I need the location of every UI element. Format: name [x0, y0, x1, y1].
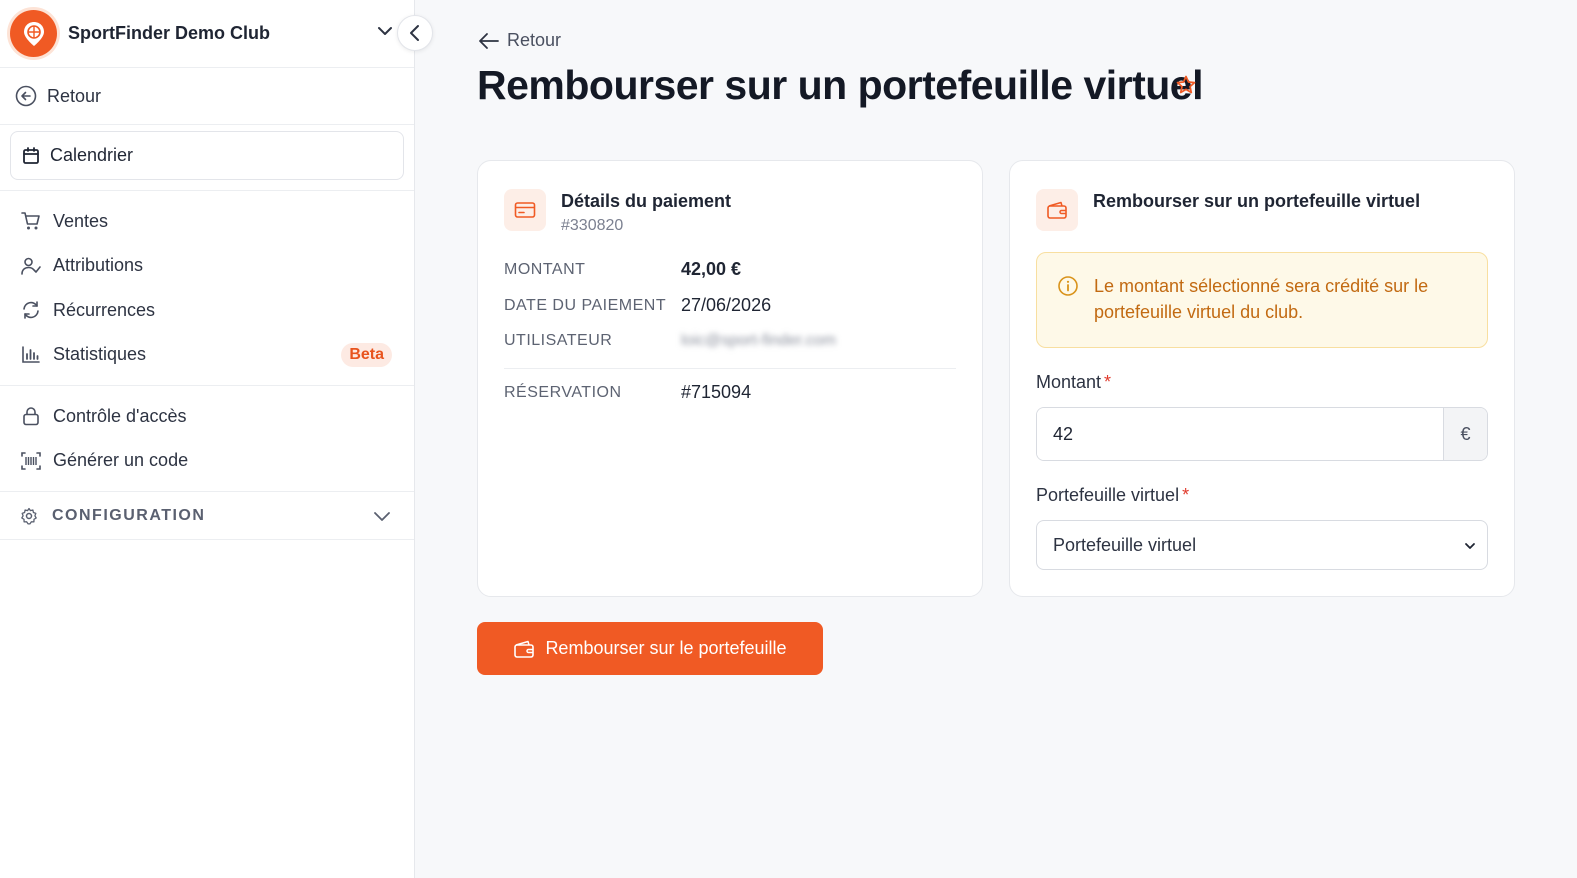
sidebar-item-label: Calendrier: [50, 145, 134, 165]
sidebar-item-statistiques[interactable]: Statistiques Beta: [0, 333, 414, 378]
beta-badge: Beta: [341, 342, 392, 367]
amount-input[interactable]: [1037, 408, 1443, 460]
arrow-left-circle-icon: [15, 85, 37, 107]
collapse-sidebar-button[interactable]: [397, 15, 433, 51]
main-content: Retour Rembourser sur un portefeuille vi…: [415, 0, 1577, 878]
wallet-select-value: Portefeuille virtuel: [1053, 534, 1197, 555]
cart-icon: [21, 212, 40, 230]
star-icon[interactable]: [1175, 74, 1197, 96]
info-icon: [1058, 276, 1078, 296]
sidebar-item-generer-code[interactable]: Générer un code: [0, 439, 414, 484]
credit-card-icon: [504, 189, 546, 231]
detail-row-montant: MONTANT 42,00 €: [504, 259, 956, 280]
payment-id: #330820: [561, 217, 624, 234]
refund-form-card: Rembourser sur un portefeuille virtuel L…: [1009, 160, 1515, 597]
sidebar-section-configuration[interactable]: CONFIGURATION: [0, 492, 414, 540]
required-mark: *: [1104, 372, 1112, 392]
currency-suffix: €: [1443, 408, 1487, 460]
lock-icon: [23, 407, 39, 426]
info-alert: Le montant sélectionné sera crédité sur …: [1036, 252, 1488, 348]
sidebar-item-label: Ventes: [53, 210, 109, 231]
chevron-down-icon: [1465, 543, 1475, 549]
refund-submit-button[interactable]: Rembourser sur le portefeuille: [477, 622, 823, 675]
chevron-down-icon[interactable]: [376, 22, 394, 40]
detail-row-reservation: RÉSERVATION #715094: [504, 382, 956, 403]
detail-label: RÉSERVATION: [504, 383, 622, 401]
amount-input-group: €: [1036, 407, 1488, 461]
sidebar-back-label: Retour: [47, 85, 102, 106]
page-title: Rembourser sur un portefeuille virtuel: [477, 62, 1204, 108]
chevron-down-icon[interactable]: [372, 506, 392, 526]
chevron-left-icon: [410, 25, 419, 41]
sidebar-item-label: Statistiques: [53, 344, 147, 365]
calendar-icon: [23, 146, 39, 164]
sidebar-item-label: Contrôle d'accès: [53, 405, 187, 426]
refund-form-title: Rembourser sur un portefeuille virtuel: [1093, 191, 1421, 211]
config-label: CONFIGURATION: [52, 506, 206, 524]
sidebar-back-link[interactable]: Retour: [0, 68, 414, 125]
alert-text: Le montant sélectionné sera crédité sur …: [1094, 276, 1429, 322]
divider: [504, 368, 956, 369]
sidebar-item-calendrier[interactable]: Calendrier: [10, 131, 404, 180]
club-name: SportFinder Demo Club: [68, 23, 270, 43]
sidebar-item-label: Attributions: [53, 255, 144, 276]
payment-details-title: Détails du paiement: [561, 191, 732, 211]
user-check-icon: [21, 257, 41, 275]
arrow-left-icon: [479, 32, 499, 49]
detail-value: 27/06/2026: [681, 295, 772, 315]
sidebar-item-label: Générer un code: [53, 450, 189, 471]
refund-submit-label: Rembourser sur le portefeuille: [545, 638, 787, 658]
sidebar-item-attributions[interactable]: Attributions: [0, 244, 414, 289]
refresh-icon: [23, 301, 39, 320]
sidebar-item-label: Récurrences: [53, 299, 156, 320]
payment-details-card: Détails du paiement #330820 MONTANT 42,0…: [477, 160, 983, 597]
sidebar-item-recurrences[interactable]: Récurrences: [0, 288, 414, 333]
bar-chart-icon: [22, 345, 40, 363]
wallet-icon: [1036, 189, 1078, 231]
gear-icon: [21, 507, 37, 525]
detail-row-date: DATE DU PAIEMENT 27/06/2026: [504, 295, 956, 316]
back-link-label: Retour: [507, 30, 562, 50]
user-email: loic@sport-finder.com: [681, 332, 836, 349]
amount-label-text: Montant: [1036, 372, 1102, 392]
detail-value: 42,00 €: [681, 259, 742, 279]
detail-label: UTILISATEUR: [504, 332, 613, 349]
sidebar: SportFinder Demo Club Retour Calendrier …: [0, 0, 415, 878]
sidebar-item-ventes[interactable]: Ventes: [0, 199, 414, 244]
club-logo: [10, 10, 57, 57]
wallet-label: Portefeuille virtuel *: [1036, 485, 1189, 506]
reservation-link[interactable]: #715094: [681, 382, 751, 403]
detail-row-utilisateur: UTILISATEUR loic@sport-finder.com: [504, 332, 956, 350]
sidebar-item-controle-acces[interactable]: Contrôle d'accès: [0, 394, 414, 439]
wallet-icon: [514, 640, 535, 658]
detail-label: DATE DU PAIEMENT: [504, 296, 667, 314]
amount-label: Montant *: [1036, 372, 1111, 393]
wallet-label-text: Portefeuille virtuel: [1036, 485, 1180, 505]
club-switcher[interactable]: SportFinder Demo Club: [0, 0, 414, 68]
back-link[interactable]: Retour: [477, 30, 561, 51]
barcode-icon: [21, 451, 41, 470]
detail-label: MONTANT: [504, 260, 586, 278]
required-mark: *: [1182, 485, 1190, 505]
wallet-select[interactable]: Portefeuille virtuel: [1036, 520, 1488, 570]
